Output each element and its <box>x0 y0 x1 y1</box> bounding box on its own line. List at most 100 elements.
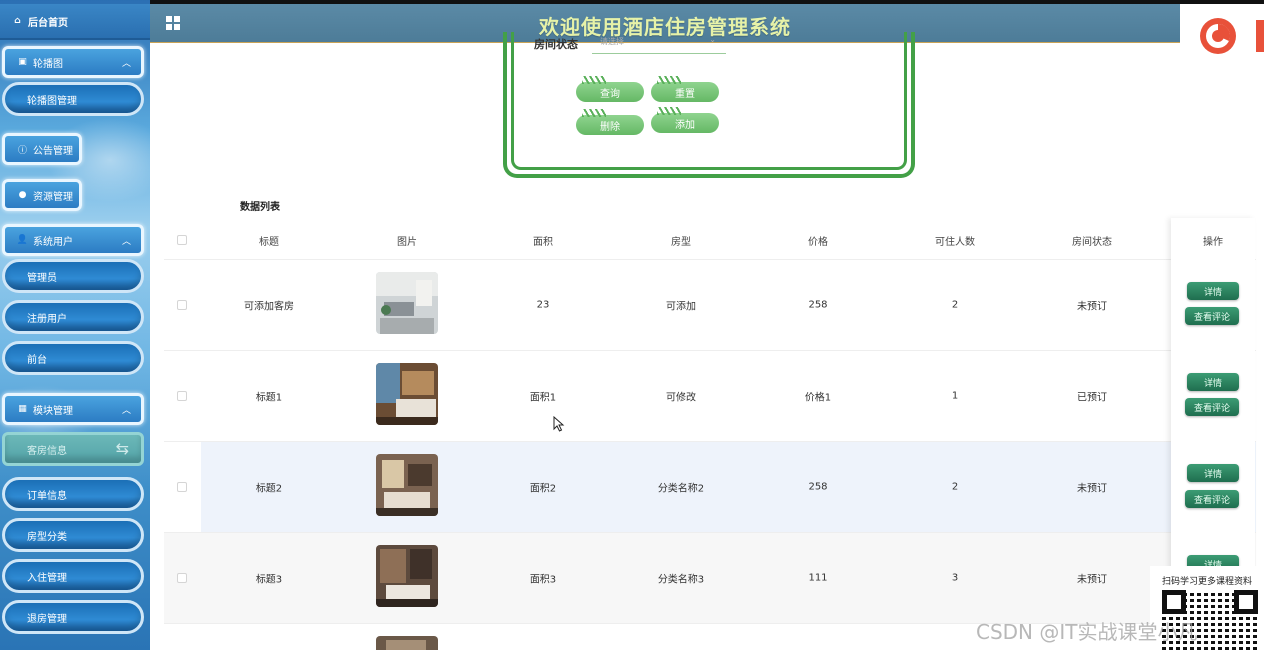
status-select[interactable]: 请选择 ⌄ <box>592 32 726 54</box>
home-link[interactable]: ⌂ 后台首页 <box>0 4 150 40</box>
query-button[interactable]: 查询 <box>576 76 644 102</box>
cell-price: 价格1 <box>804 392 832 404</box>
room-thumbnail[interactable] <box>376 636 438 650</box>
sidebar-item-label: 注册用户 <box>27 313 67 325</box>
detail-button[interactable]: 详情 <box>1187 464 1239 482</box>
room-thumbnail[interactable] <box>376 545 438 607</box>
sidebar-group-carousel[interactable]: ▣ 轮播图 ︿ <box>2 46 144 78</box>
detail-button[interactable]: 详情 <box>1187 373 1239 391</box>
view-comments-button[interactable]: 查看评论 <box>1185 398 1239 416</box>
view-comments-button-label: 查看评论 <box>1193 403 1230 414</box>
app-root: ⌂ 后台首页 ▣ 轮播图 ︿ 轮播图管理 ⓘ 公告管理 ● 资源管理 👤 系统用… <box>0 0 1264 650</box>
info-icon: ⓘ <box>17 145 27 156</box>
reset-button-label: 重置 <box>675 88 695 100</box>
room-thumbnail[interactable] <box>376 363 438 425</box>
sidebar-item-label: 公告管理 <box>33 145 73 157</box>
search-panel-inner: 房间状态 请选择 ⌄ 查询 重置 删除 添加 <box>511 32 907 170</box>
view-comments-button[interactable]: 查看评论 <box>1185 490 1239 508</box>
cell-room-type: 分类名称3 <box>657 574 705 586</box>
sidebar-item-front-desk[interactable]: 前台 <box>2 341 144 375</box>
delete-button[interactable]: 删除 <box>576 109 644 135</box>
select-all-checkbox[interactable] <box>177 235 187 245</box>
grid-icon: ▦ <box>18 404 27 414</box>
sidebar-item-admin[interactable]: 管理员 <box>2 259 144 293</box>
reset-button[interactable]: 重置 <box>651 76 719 102</box>
watermark: CSDN @IT实战课堂小凡 <box>976 620 1198 644</box>
cell-capacity: 3 <box>951 572 959 584</box>
room-thumbnail[interactable] <box>376 454 438 516</box>
cell-room-type: 可修改 <box>666 392 696 404</box>
cell-status: 未预订 <box>1077 574 1107 586</box>
sidebar-item-room-type[interactable]: 房型分类 <box>2 518 144 552</box>
status-select-placeholder: 请选择 <box>600 37 624 46</box>
sidebar-item-checkout[interactable]: 退房管理 <box>2 600 144 634</box>
sidebar-item-room-info[interactable]: 客房信息 ⇆ <box>2 432 144 466</box>
detail-button[interactable]: 详情 <box>1187 282 1239 300</box>
cell-capacity: 2 <box>951 299 959 311</box>
sidebar-item-label: 退房管理 <box>27 613 67 625</box>
cell-title: 标题3 <box>255 574 283 586</box>
sidebar-item-carousel-manage[interactable]: 轮播图管理 <box>2 82 144 116</box>
home-icon: ⌂ <box>14 16 21 26</box>
sidebar-item-label: 前台 <box>27 354 47 366</box>
sidebar-item-registered[interactable]: 注册用户 <box>2 300 144 334</box>
cell-price: 258 <box>808 299 828 311</box>
mouse-cursor-icon <box>553 416 565 432</box>
table-row[interactable]: 标题2 面积2 分类名称2 258 2 未预订 <box>164 442 1256 533</box>
query-button-label: 查询 <box>600 88 620 100</box>
column-header-room-type: 房型 <box>671 237 691 248</box>
row-checkbox[interactable] <box>177 482 187 492</box>
chevron-down-icon: ⌄ <box>709 35 716 44</box>
row-checkbox[interactable] <box>177 391 187 401</box>
column-header-capacity: 可住人数 <box>935 237 975 248</box>
chevron-up-icon: ︿ <box>121 406 131 416</box>
sidebar-group-users[interactable]: 👤 系统用户 ︿ <box>2 224 144 256</box>
cell-price: 111 <box>808 572 828 584</box>
sidebar-item-checkin[interactable]: 入住管理 <box>2 559 144 593</box>
column-header-area: 面积 <box>533 237 553 248</box>
row-checkbox[interactable] <box>177 573 187 583</box>
sidebar-item-resources[interactable]: ● 资源管理 <box>2 179 82 211</box>
qr-corner <box>1162 590 1186 614</box>
column-header-status: 房间状态 <box>1072 237 1112 248</box>
cell-room-type: 可添加 <box>666 301 696 313</box>
add-button[interactable]: 添加 <box>651 107 719 133</box>
sidebar-item-label: 房型分类 <box>27 531 67 543</box>
sidebar-item-label: 轮播图管理 <box>27 95 77 107</box>
cell-area: 面积2 <box>529 483 557 495</box>
group-label: 模块管理 <box>33 405 73 417</box>
cell-area: 面积3 <box>529 574 557 586</box>
sidebar-item-label: 管理员 <box>27 272 57 284</box>
cell-area: 23 <box>536 299 550 311</box>
table-row[interactable]: 标题3 面积3 分类名称3 111 3 未预订 <box>164 533 1256 624</box>
cell-room-type: 分类名称2 <box>657 483 705 495</box>
column-header-title: 标题 <box>259 237 279 248</box>
delete-button-label: 删除 <box>600 121 620 133</box>
cell-title: 标题2 <box>255 483 283 495</box>
detail-button-label: 详情 <box>1203 378 1222 389</box>
view-comments-button[interactable]: 查看评论 <box>1185 307 1239 325</box>
room-thumbnail[interactable] <box>376 272 438 334</box>
table-row[interactable]: 可添加客房 23 可添加 258 2 未预订 <box>164 260 1256 351</box>
qr-corner <box>1234 590 1258 614</box>
sidebar-item-notice[interactable]: ⓘ 公告管理 <box>2 133 82 165</box>
group-label: 轮播图 <box>33 58 63 70</box>
column-header-image: 图片 <box>397 237 417 248</box>
browser-logo <box>1180 8 1264 60</box>
sidebar-item-label: 客房信息 <box>27 445 67 457</box>
chrome-logo-icon <box>1200 18 1264 54</box>
table-row[interactable]: 标题1 面积1 可修改 价格1 1 已预订 <box>164 351 1256 442</box>
image-icon: ▣ <box>18 57 27 67</box>
row-checkbox[interactable] <box>177 300 187 310</box>
qr-caption: 扫码学习更多课程资料 <box>1162 577 1253 587</box>
column-header-price: 价格 <box>808 237 828 248</box>
cell-status: 已预订 <box>1077 392 1107 404</box>
sidebar-item-orders[interactable]: 订单信息 <box>2 477 144 511</box>
location-icon: ● <box>18 190 27 200</box>
sidebar-item-label: 资源管理 <box>33 191 73 203</box>
cell-area: 面积1 <box>529 392 557 404</box>
group-label: 系统用户 <box>33 236 73 248</box>
column-header-operations: 操作 <box>1203 237 1223 248</box>
sidebar-group-modules[interactable]: ▦ 模块管理 ︿ <box>2 393 144 425</box>
add-button-label: 添加 <box>675 119 695 131</box>
